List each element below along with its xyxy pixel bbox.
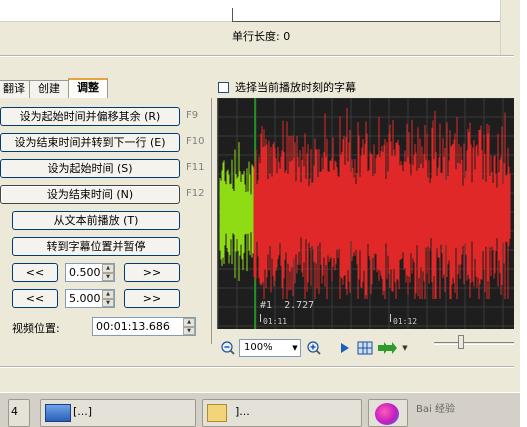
taskbar-item-label: 4 — [11, 405, 18, 418]
goto-subtitle-pause-button[interactable]: 转到字幕位置并暂停 — [12, 237, 180, 256]
time-tick — [390, 314, 391, 322]
pane-divider — [232, 8, 233, 22]
step-forward-button-1[interactable]: >> — [124, 263, 180, 282]
play-icon[interactable] — [337, 341, 351, 355]
shortcut-f12: F12 — [186, 188, 205, 199]
step-back-button-1[interactable]: << — [12, 263, 58, 282]
subtitle-info: #1 2.727 — [260, 300, 314, 311]
volume-slider-track[interactable] — [434, 342, 514, 345]
step-forward-button-2[interactable]: >> — [124, 289, 180, 308]
time-tick-label-1: 01:11 — [263, 317, 288, 326]
set-start-offset-rest-button[interactable]: 设为起始时间并偏移其余 (R) — [0, 107, 180, 126]
subtitle-text-pane[interactable] — [0, 0, 514, 22]
tab-adjust[interactable]: 调整 — [68, 78, 108, 98]
forward-arrows-icon[interactable] — [377, 341, 401, 355]
taskbar-item-1[interactable]: [...] — [40, 399, 196, 427]
spin-buttons[interactable]: ▲ ▼ — [102, 290, 114, 307]
vertical-scrollbar[interactable] — [500, 0, 514, 58]
spin-buttons[interactable]: ▲ ▼ — [102, 264, 114, 281]
chevron-down-icon[interactable]: ▼ — [290, 340, 300, 356]
waveform-toolbar: 100% ▼ ▼ — [217, 331, 514, 361]
shortcut-f9: F9 — [186, 110, 199, 121]
grid-icon[interactable] — [357, 341, 373, 355]
waveform-panel[interactable]: #1 2.727 01:11 01:12 — [217, 98, 514, 329]
subtitle-duration: 2.727 — [284, 300, 315, 311]
step-value-1: 0.500 — [69, 266, 101, 279]
taskbar-item-3[interactable] — [368, 399, 408, 427]
waveform-canvas[interactable] — [218, 98, 514, 329]
video-position-input[interactable]: 00:01:13.686 ▲ ▼ — [92, 317, 196, 336]
window-edge — [520, 0, 527, 427]
folder-icon — [207, 404, 227, 422]
app-window-icon — [45, 404, 71, 422]
taskbar-item-0[interactable]: 4 — [8, 399, 30, 427]
shortcut-f10: F10 — [186, 136, 205, 147]
splitter[interactable] — [0, 55, 514, 57]
spin-up-icon[interactable]: ▲ — [102, 264, 114, 273]
browser-icon — [375, 403, 399, 425]
step-stepper-2[interactable]: 5.000 ▲ ▼ — [65, 289, 115, 308]
select-current-subtitle-checkbox[interactable] — [218, 81, 229, 93]
time-tick — [260, 314, 261, 322]
spin-up-icon[interactable]: ▲ — [102, 290, 114, 299]
tab-create[interactable]: 创建 — [29, 80, 69, 98]
subtitle-index: #1 — [260, 300, 273, 311]
taskbar-item-label: ]... — [235, 405, 250, 418]
video-position-value: 00:01:13.686 — [96, 320, 170, 333]
chevron-down-icon[interactable]: ▼ — [401, 341, 409, 355]
tab-translate[interactable]: 翻译 — [0, 80, 30, 98]
spin-buttons[interactable]: ▲ ▼ — [183, 318, 195, 335]
taskbar-item-label: [...] — [73, 405, 93, 418]
zoom-select[interactable]: 100% ▼ — [239, 339, 301, 357]
set-end-goto-next-button[interactable]: 设为结束时间并转到下一行 (E) — [0, 133, 180, 152]
time-tick-label-2: 01:12 — [393, 317, 418, 326]
shortcut-f11: F11 — [186, 162, 205, 173]
set-end-time-button[interactable]: 设为结束时间 (N) — [0, 185, 180, 204]
set-start-time-button[interactable]: 设为起始时间 (S) — [0, 159, 180, 178]
step-value-2: 5.000 — [69, 292, 101, 305]
step-stepper-1[interactable]: 0.500 ▲ ▼ — [65, 263, 115, 282]
status-bar — [0, 368, 514, 392]
video-position-label: 视频位置: — [12, 322, 60, 335]
volume-slider-thumb[interactable] — [458, 335, 464, 349]
pane-divider-horizontal — [232, 21, 514, 22]
zoom-in-icon[interactable] — [307, 341, 321, 355]
taskbar-item-2[interactable]: ]... — [202, 399, 362, 427]
subtitle-editor-window: 单行长度: 0 翻译 创建 调整 设为起始时间并偏移其余 (R) F9 设为结束… — [0, 0, 520, 427]
select-current-subtitle-option[interactable]: 选择当前播放时刻的字幕 — [218, 79, 356, 95]
spin-up-icon[interactable]: ▲ — [183, 318, 195, 327]
zoom-value: 100% — [244, 342, 273, 353]
spin-down-icon[interactable]: ▼ — [102, 298, 114, 307]
watermark: Bai 经验 — [416, 404, 455, 415]
tab-strip: 翻译 创建 调整 — [0, 78, 108, 98]
play-from-text-button[interactable]: 从文本前播放 (T) — [12, 211, 180, 230]
spin-down-icon[interactable]: ▼ — [183, 326, 195, 335]
spin-down-icon[interactable]: ▼ — [102, 272, 114, 281]
zoom-out-icon[interactable] — [221, 341, 235, 355]
select-current-subtitle-label: 选择当前播放时刻的字幕 — [235, 81, 356, 94]
step-back-button-2[interactable]: << — [12, 289, 58, 308]
adjust-panel: 设为起始时间并偏移其余 (R) F9 设为结束时间并转到下一行 (E) F10 … — [0, 98, 212, 344]
line-length-label: 单行长度: 0 — [232, 30, 291, 43]
